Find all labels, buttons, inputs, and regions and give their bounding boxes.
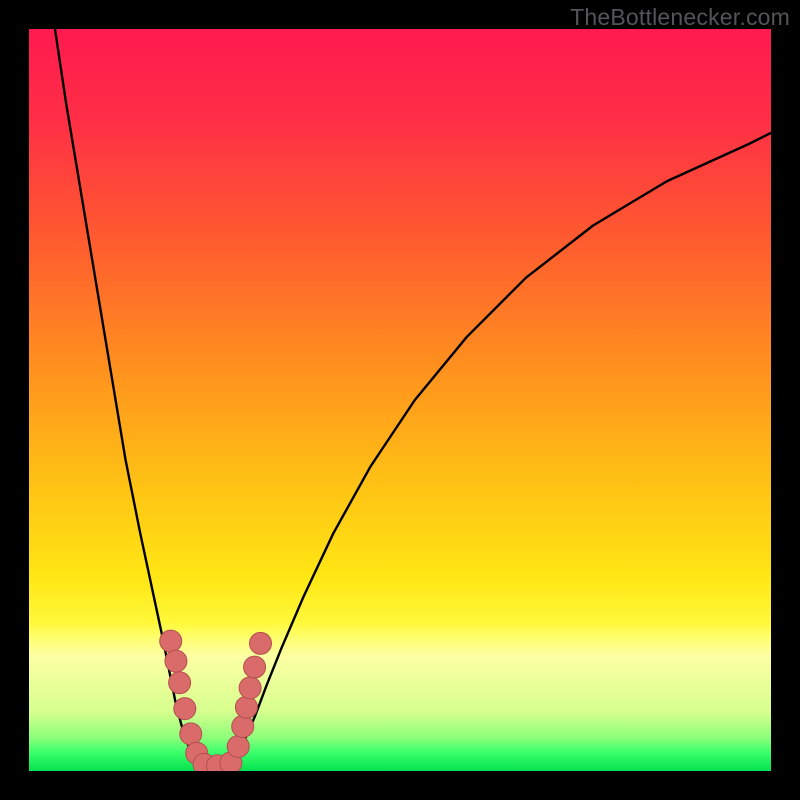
marker-dot	[227, 736, 249, 758]
marker-dot	[180, 723, 202, 745]
curve-layer	[29, 29, 771, 771]
marker-dot	[174, 698, 196, 720]
watermark-text: TheBottlenecker.com	[570, 4, 790, 31]
bottleneck-curve	[55, 29, 771, 771]
marker-dot	[250, 632, 272, 654]
plot-area	[29, 29, 771, 771]
marker-dot	[239, 677, 261, 699]
marker-dot	[235, 696, 257, 718]
marker-dot	[244, 656, 266, 678]
outer-frame: TheBottlenecker.com	[0, 0, 800, 800]
marker-dot	[160, 630, 182, 652]
marker-dot	[232, 715, 254, 737]
marker-dot	[165, 650, 187, 672]
marker-dot	[169, 672, 191, 694]
data-markers	[160, 630, 272, 771]
